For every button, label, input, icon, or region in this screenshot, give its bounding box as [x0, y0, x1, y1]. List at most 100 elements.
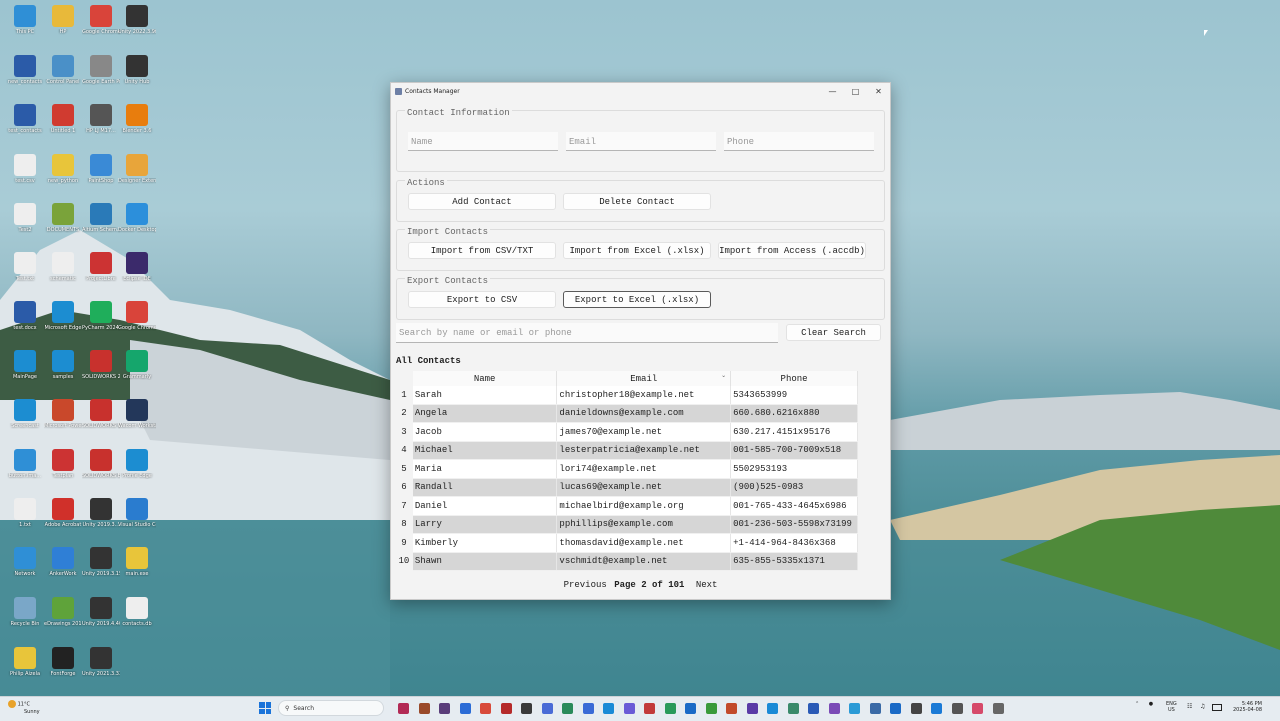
- import-csv-button[interactable]: Import from CSV/TXT: [408, 242, 556, 259]
- desktop-icon[interactable]: Designer Extension: [118, 154, 156, 184]
- maximize-icon[interactable]: □: [844, 87, 867, 96]
- desktop-icon[interactable]: Eclipse IDE: [118, 252, 156, 282]
- table-row[interactable]: 10 Shawn vschmidt@example.net 635-855-5335x…: [395, 552, 858, 571]
- desktop-icon[interactable]: FontForge: [44, 647, 82, 677]
- taskbar-app-icon[interactable]: [746, 703, 758, 714]
- desktop-icon[interactable]: Unity 2019.3.15...: [82, 547, 120, 577]
- desktop-icon[interactable]: Google Chrome: [118, 301, 156, 331]
- desktop-icon[interactable]: eDrawings 2017 x64...: [44, 597, 82, 627]
- table-row[interactable]: 4 Michael lesterpatricia@example.net 001-58…: [395, 441, 858, 460]
- taskbar-app-icon[interactable]: [726, 703, 737, 714]
- desktop-icon[interactable]: new_python: [44, 154, 82, 184]
- taskbar-search[interactable]: ⚲ Search: [278, 700, 384, 716]
- desktop-icon[interactable]: Network: [6, 547, 44, 577]
- desktop-icon[interactable]: Altium Schem...: [82, 203, 120, 233]
- desktop-icon[interactable]: new_contacts: [6, 55, 44, 85]
- export-excel-button[interactable]: Export to Excel (.xlsx): [563, 291, 711, 308]
- desktop-icon[interactable]: test.docx: [6, 301, 44, 331]
- desktop-icon[interactable]: Grammarly: [118, 350, 156, 380]
- table-row[interactable]: 2 Angela danieldowns@example.com 660.680.62…: [395, 404, 858, 423]
- taskbar-app-icon[interactable]: [685, 703, 696, 714]
- taskbar-app-icon[interactable]: [521, 703, 532, 714]
- search-input[interactable]: Search by name or email or phone: [396, 323, 778, 343]
- weather-widget[interactable]: 11°C Sunny: [8, 700, 40, 716]
- import-excel-button[interactable]: Import from Excel (.xlsx): [563, 242, 711, 259]
- desktop-icon[interactable]: test.csv: [6, 154, 44, 184]
- network-icon[interactable]: ☷: [1187, 703, 1192, 710]
- taskbar-app-icon[interactable]: [890, 703, 901, 714]
- desktop-icon[interactable]: schematic: [44, 252, 82, 282]
- desktop-icon[interactable]: Profile Edge: [118, 449, 156, 479]
- phone-field[interactable]: Phone: [724, 132, 874, 151]
- desktop-icon[interactable]: ProjectLibre: [82, 252, 120, 282]
- taskbar-app-icon[interactable]: [931, 703, 942, 714]
- desktop-icon[interactable]: SOLIDWORKS Explorer: [82, 449, 120, 479]
- desktop-icon[interactable]: Google Chrome: [82, 5, 120, 35]
- desktop-icon[interactable]: Microsoft PowerPoint: [44, 399, 82, 429]
- clock[interactable]: 5:46 PM 2025-04-08: [1228, 701, 1262, 713]
- desktop-icon[interactable]: Unity 2019.4.40...: [82, 597, 120, 627]
- desktop-icon[interactable]: Docker Desktop: [118, 203, 156, 233]
- desktop-icon[interactable]: PaintShop: [82, 154, 120, 184]
- desktop-icon[interactable]: MainPage: [6, 350, 44, 380]
- taskbar-app-icon[interactable]: [480, 703, 491, 714]
- desktop-icon[interactable]: SOLIDWORKS 2017: [82, 350, 120, 380]
- desktop-icon[interactable]: Untitled 1: [44, 104, 82, 134]
- taskbar-app-icon[interactable]: [828, 703, 840, 714]
- table-row[interactable]: 5 Maria lori74@example.net 5502953193: [395, 459, 858, 479]
- desktop-icon[interactable]: AnkerWork: [44, 547, 82, 577]
- desktop-icon[interactable]: test_contacts: [6, 104, 44, 134]
- taskbar-app-icon[interactable]: [664, 703, 676, 714]
- desktop-icon[interactable]: This PC: [6, 5, 44, 35]
- desktop-icon[interactable]: Blender 3.6: [118, 104, 156, 134]
- desktop-icon[interactable]: Unity 2022.3.9f1: [118, 5, 156, 35]
- desktop-icon[interactable]: Control Panel: [44, 55, 82, 85]
- previous-button[interactable]: Previous: [564, 580, 607, 590]
- table-row[interactable]: 8 Larry pphillips@example.com 001-236-503-5…: [395, 515, 858, 534]
- table-row[interactable]: 7 Daniel michaelbird@example.org 001-765-43…: [395, 496, 858, 516]
- add-contact-button[interactable]: Add Contact: [408, 193, 556, 210]
- desktop-icon[interactable]: main.exe: [118, 547, 156, 577]
- desktop-icon[interactable]: contacts.db: [118, 597, 156, 627]
- table-row[interactable]: 3 Jacob james70@example.net 630.217.4151x95…: [395, 422, 858, 442]
- desktop-icon[interactable]: Adobe Acrobat: [44, 498, 82, 528]
- taskbar-app-icon[interactable]: [418, 703, 430, 714]
- volume-icon[interactable]: ♫: [1200, 703, 1205, 710]
- email-field[interactable]: Email: [566, 132, 716, 151]
- taskbar-app-icon[interactable]: [787, 703, 799, 714]
- desktop-icon[interactable]: Test.txt: [6, 252, 44, 282]
- desktop-icon[interactable]: 1.txt: [6, 498, 44, 528]
- desktop-icon[interactable]: Google Earth Pro: [82, 55, 120, 85]
- delete-contact-button[interactable]: Delete Contact: [563, 193, 711, 210]
- table-row[interactable]: 9 Kimberly thomasdavid@example.net +1-414-9…: [395, 533, 858, 553]
- taskbar-app-icon[interactable]: [644, 703, 655, 714]
- desktop-icon[interactable]: Test2: [6, 203, 44, 233]
- taskbar-app-icon[interactable]: [439, 703, 450, 714]
- taskbar-app-icon[interactable]: [849, 703, 860, 714]
- desktop-icon[interactable]: Unity 2019.3...: [82, 498, 120, 528]
- desktop-icon[interactable]: Testplan: [44, 449, 82, 479]
- taskbar-app-icon[interactable]: [869, 703, 881, 714]
- desktop-icon[interactable]: Screencast: [6, 399, 44, 429]
- table-row[interactable]: 1 Sarah christopher18@example.net 534365399…: [395, 386, 858, 405]
- taskbar-app-icon[interactable]: [767, 703, 778, 714]
- taskbar-app-icon[interactable]: [398, 703, 409, 714]
- taskbar-app-icon[interactable]: [562, 703, 573, 714]
- table-row[interactable]: 6 Randall lucas69@example.net (900)525-0983: [395, 478, 858, 497]
- desktop-icon[interactable]: Visual Studio Code: [118, 498, 156, 528]
- taskbar-app-icon[interactable]: [500, 703, 512, 714]
- desktop-icon[interactable]: HP LJ M17...: [82, 104, 120, 134]
- chevron-up-icon[interactable]: ⌃: [1135, 701, 1139, 707]
- taskbar-app-icon[interactable]: [582, 703, 594, 714]
- taskbar-app-icon[interactable]: [623, 703, 635, 714]
- column-header-name[interactable]: Name: [412, 371, 558, 386]
- taskbar-app-icon[interactable]: [541, 703, 553, 714]
- desktop-icon[interactable]: Wacom Workstation: [118, 399, 156, 429]
- taskbar-app-icon[interactable]: [910, 703, 922, 714]
- taskbar-app-icon[interactable]: [603, 703, 614, 714]
- desktop-icon[interactable]: DOCUMENTS: [44, 203, 82, 233]
- name-field[interactable]: Name: [408, 132, 558, 151]
- desktop-icon[interactable]: Unity Hub: [118, 55, 156, 85]
- taskbar-app-icon[interactable]: [808, 703, 819, 714]
- start-button[interactable]: [259, 702, 271, 714]
